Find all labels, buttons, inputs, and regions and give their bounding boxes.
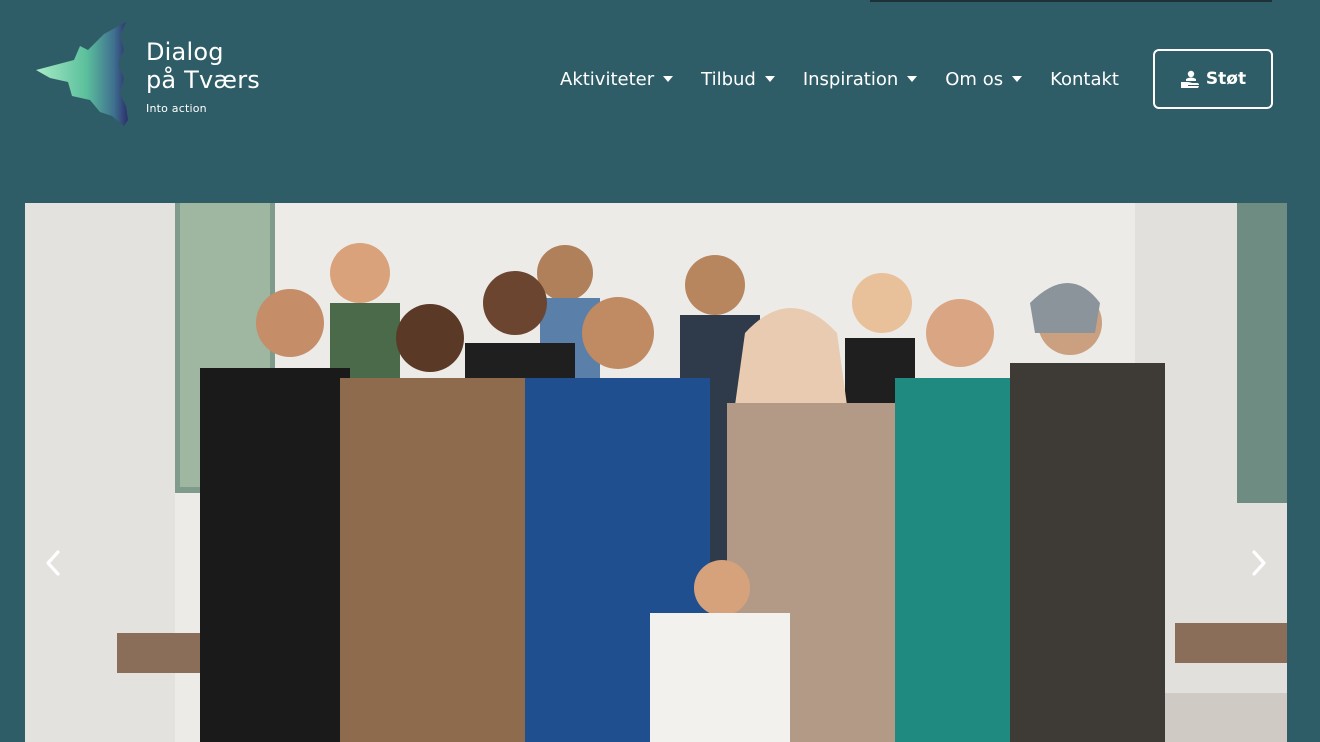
nav-item-label: Inspiration — [802, 68, 899, 90]
chevron-right-icon — [1252, 550, 1266, 576]
nav-item-aktiviteter[interactable]: Aktiviteter — [560, 68, 674, 90]
hero-image — [25, 203, 1287, 742]
caret-down-icon — [907, 76, 918, 82]
nav-item-label: Aktiviteter — [560, 68, 655, 90]
nav-item-om-os[interactable]: Om os — [945, 68, 1023, 90]
hand-person-icon — [1180, 70, 1199, 88]
nav-item-tilbud[interactable]: Tilbud — [701, 69, 775, 90]
site-logo[interactable]: Dialog på Tværs Into action — [34, 20, 274, 130]
support-button[interactable]: Støt — [1153, 49, 1273, 109]
caret-down-icon — [663, 76, 674, 82]
support-button-label: Støt — [1205, 69, 1247, 89]
slider-prev-button[interactable] — [33, 543, 73, 583]
logo-text: Dialog på Tværs Into action — [146, 38, 260, 115]
slider-next-button[interactable] — [1239, 543, 1279, 583]
nav-item-inspiration[interactable]: Inspiration — [802, 68, 918, 90]
nav-item-kontakt[interactable]: Kontakt — [1050, 69, 1119, 90]
logo-mark-icon — [36, 22, 128, 126]
site-header: Dialog på Tværs Into action Aktiviteter … — [0, 0, 1320, 160]
chevron-left-icon — [46, 550, 60, 576]
hero-slider — [25, 203, 1287, 742]
logo-name-line1: Dialog — [146, 38, 224, 66]
logo-name-line2: på Tværs — [146, 66, 260, 94]
caret-down-icon — [1012, 76, 1023, 82]
nav-item-label: Kontakt — [1050, 68, 1119, 90]
caret-down-icon — [764, 76, 775, 82]
nav-item-label: Tilbud — [701, 68, 756, 90]
logo-tagline: Into action — [146, 102, 207, 115]
main-nav: Aktiviteter Tilbud Inspiration Om os Kon… — [560, 64, 1119, 94]
nav-item-label: Om os — [945, 68, 1004, 90]
